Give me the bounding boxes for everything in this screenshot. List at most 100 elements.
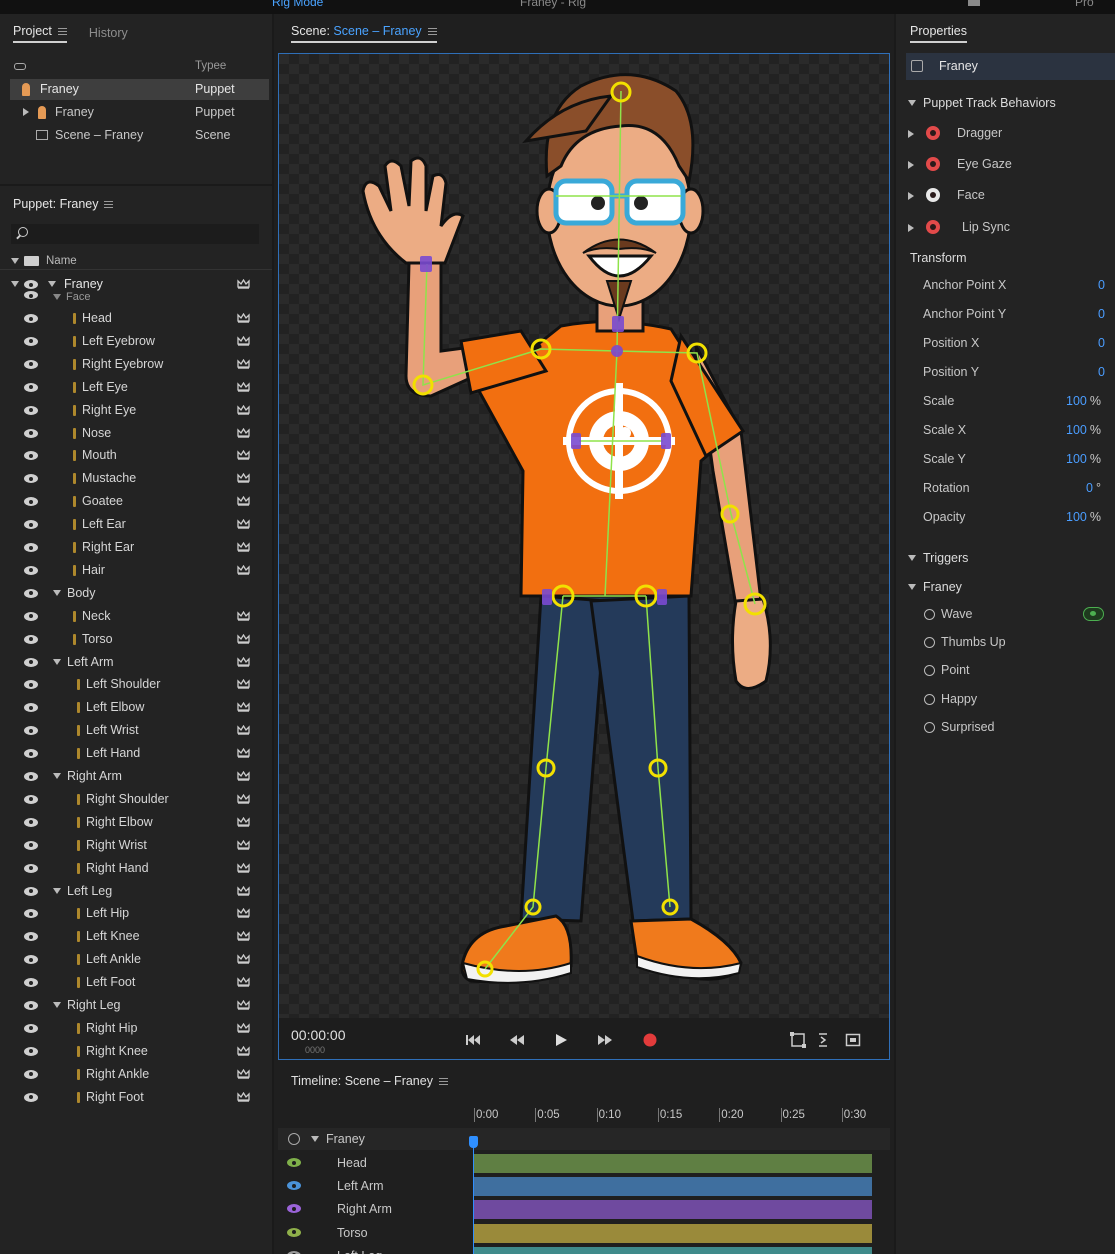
eye-icon[interactable] bbox=[24, 611, 38, 621]
eye-icon[interactable] bbox=[24, 565, 38, 575]
crown-icon[interactable] bbox=[237, 450, 250, 461]
property-value[interactable]: 100% bbox=[1066, 394, 1101, 408]
timeline-track-bar[interactable] bbox=[474, 1154, 872, 1173]
timeline-track-row[interactable]: Head bbox=[278, 1152, 890, 1175]
tree-row[interactable]: Left Arm bbox=[0, 651, 272, 674]
eye-icon[interactable] bbox=[287, 1227, 301, 1237]
tree-row[interactable]: Right Wrist bbox=[0, 834, 272, 857]
crown-icon[interactable] bbox=[237, 656, 250, 667]
tree-row[interactable]: Left Hand bbox=[0, 742, 272, 765]
eye-icon[interactable] bbox=[24, 451, 38, 461]
eye-icon[interactable] bbox=[24, 1023, 38, 1033]
property-value[interactable]: 0 ° bbox=[1086, 481, 1101, 495]
eye-icon[interactable] bbox=[24, 978, 38, 988]
crown-icon[interactable] bbox=[237, 564, 250, 575]
tree-row[interactable]: Right Knee bbox=[0, 1040, 272, 1063]
collapse-arrow-icon[interactable] bbox=[53, 887, 61, 894]
crown-icon[interactable] bbox=[237, 473, 250, 483]
tree-row[interactable]: Left Ear bbox=[0, 513, 272, 536]
eye-icon[interactable] bbox=[24, 291, 38, 299]
crown-icon[interactable] bbox=[237, 771, 250, 781]
playhead-handle[interactable] bbox=[469, 1136, 478, 1148]
share-icon[interactable] bbox=[968, 0, 980, 6]
tree-row[interactable]: Goatee bbox=[0, 490, 272, 513]
collapse-arrow-icon[interactable] bbox=[53, 1002, 61, 1008]
properties-selected-item[interactable]: Franey bbox=[906, 53, 1115, 80]
eye-icon[interactable] bbox=[24, 428, 38, 438]
eye-icon[interactable] bbox=[24, 280, 38, 289]
tree-row[interactable]: Right Ankle bbox=[0, 1063, 272, 1086]
eye-icon[interactable] bbox=[24, 909, 38, 919]
tab-project[interactable]: Project bbox=[13, 24, 67, 43]
eye-icon[interactable] bbox=[24, 932, 38, 942]
crown-icon[interactable] bbox=[237, 908, 250, 919]
eye-icon[interactable] bbox=[24, 336, 38, 346]
tree-row[interactable]: Mustache bbox=[0, 467, 272, 490]
trigger-radio-icon[interactable] bbox=[924, 609, 935, 620]
trigger-row[interactable]: Happy bbox=[896, 686, 1115, 715]
eye-icon[interactable] bbox=[24, 520, 38, 530]
crown-icon[interactable] bbox=[237, 839, 250, 850]
crown-icon[interactable] bbox=[237, 427, 250, 438]
crown-icon[interactable] bbox=[237, 335, 250, 346]
expand-arrow-icon[interactable] bbox=[23, 108, 29, 116]
eye-icon[interactable] bbox=[24, 359, 38, 369]
tab-history[interactable]: History bbox=[89, 26, 128, 40]
tree-row[interactable]: Right Foot bbox=[0, 1086, 272, 1109]
tree-row[interactable]: Left Eyebrow bbox=[0, 330, 272, 353]
camera-icon[interactable] bbox=[845, 1032, 861, 1048]
search-input[interactable] bbox=[11, 224, 259, 244]
tree-row-face[interactable]: Face bbox=[0, 289, 272, 307]
crown-icon[interactable] bbox=[237, 793, 250, 804]
eye-icon[interactable] bbox=[24, 1092, 38, 1102]
eye-icon[interactable] bbox=[24, 657, 38, 667]
trigger-row[interactable]: Wave bbox=[896, 601, 1115, 630]
expand-arrow-icon[interactable] bbox=[908, 223, 914, 232]
eye-icon[interactable] bbox=[24, 543, 38, 552]
tree-row[interactable]: Right Eye bbox=[0, 399, 272, 422]
fit-frame-icon[interactable] bbox=[790, 1032, 806, 1048]
property-value[interactable]: 0 bbox=[1098, 307, 1105, 321]
tree-row[interactable]: Mouth bbox=[0, 444, 272, 467]
timecode[interactable]: 00:00:00 bbox=[291, 1027, 346, 1043]
timeline-track-bar[interactable] bbox=[474, 1246, 872, 1254]
step-forward-icon[interactable] bbox=[597, 1032, 613, 1048]
eye-icon[interactable] bbox=[24, 726, 38, 736]
timeline-track-bar[interactable] bbox=[474, 1177, 872, 1197]
eye-icon[interactable] bbox=[24, 840, 38, 850]
crown-icon[interactable] bbox=[237, 404, 250, 415]
tab-properties[interactable]: Properties bbox=[910, 24, 967, 43]
collapse-arrow-icon[interactable] bbox=[11, 258, 19, 264]
eye-icon[interactable] bbox=[24, 1046, 38, 1056]
crown-icon[interactable] bbox=[237, 702, 250, 712]
crown-icon[interactable] bbox=[237, 542, 250, 552]
tree-row[interactable]: Left Elbow bbox=[0, 696, 272, 719]
eye-icon[interactable] bbox=[24, 474, 38, 484]
panel-menu-icon[interactable] bbox=[57, 27, 67, 35]
eye-icon[interactable] bbox=[24, 955, 38, 965]
tree-row[interactable]: Right Leg bbox=[0, 994, 272, 1017]
property-value[interactable]: 100% bbox=[1066, 452, 1101, 466]
eye-icon[interactable] bbox=[24, 634, 38, 644]
crown-icon[interactable] bbox=[237, 1022, 250, 1033]
collapse-arrow-icon[interactable] bbox=[53, 589, 61, 596]
eye-icon[interactable] bbox=[24, 772, 38, 781]
trigger-radio-icon[interactable] bbox=[924, 721, 935, 733]
tree-row[interactable]: Right Hand bbox=[0, 857, 272, 880]
behavior-row[interactable]: Lip Sync bbox=[896, 213, 1115, 242]
crown-icon[interactable] bbox=[237, 279, 250, 289]
tree-row[interactable]: Body bbox=[0, 582, 272, 605]
eye-icon[interactable] bbox=[287, 1181, 301, 1191]
collapse-arrow-icon[interactable] bbox=[11, 281, 19, 287]
tree-row[interactable]: Right Eyebrow bbox=[0, 353, 272, 376]
scene-stage[interactable] bbox=[278, 53, 890, 1060]
project-item[interactable]: Franey Puppet bbox=[10, 102, 269, 123]
timeline-track-bar[interactable] bbox=[474, 1223, 872, 1243]
tree-row[interactable]: Left Shoulder bbox=[0, 673, 272, 696]
crown-icon[interactable] bbox=[237, 679, 250, 690]
eye-icon[interactable] bbox=[24, 382, 38, 392]
behavior-toggle-icon[interactable] bbox=[926, 126, 940, 140]
tree-row[interactable]: Left Ankle bbox=[0, 948, 272, 971]
zoom-icon[interactable] bbox=[815, 1032, 831, 1048]
crown-icon[interactable] bbox=[237, 885, 250, 896]
